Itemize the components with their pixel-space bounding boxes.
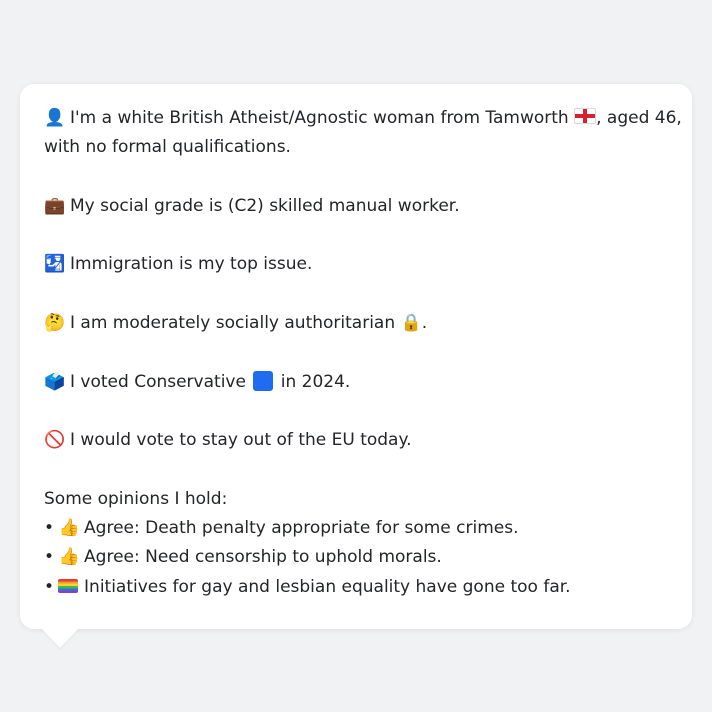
- bubble-tail: [40, 627, 80, 648]
- opinion-text: Initiatives for gay and lesbian equality…: [84, 576, 571, 597]
- identity-age-text: , aged 46,: [596, 108, 682, 128]
- opinions-heading: Some opinions I hold:: [44, 488, 228, 509]
- vote-year-text: in 2024.: [275, 371, 351, 392]
- bullet: •: [44, 576, 55, 597]
- stance-period: .: [421, 313, 428, 334]
- identity-line: 👤 I'm a white British Atheist/Agnostic wo…: [44, 104, 682, 133]
- social-grade-line: 💼 My social grade is (C2) skilled manual …: [44, 192, 668, 221]
- thinking-face-icon: 🤔: [44, 313, 66, 334]
- bullet: •: [44, 518, 55, 539]
- identity-text: I'm a white British Atheist/Agnostic wom…: [70, 108, 575, 128]
- opinion-item: • 👍 Agree: Need censorship to uphold moral…: [44, 543, 668, 572]
- thumbs-up-icon: 👍: [58, 518, 80, 539]
- prohibited-icon: 🚫: [44, 430, 66, 451]
- blue-square-icon: [253, 370, 274, 391]
- qualifications-line: with no formal qualifications.: [44, 137, 291, 158]
- vote-text: I voted Conservative: [70, 371, 252, 392]
- bullet: •: [44, 547, 55, 568]
- briefcase-icon: 💼: [44, 195, 66, 216]
- rainbow-flag-icon: [58, 578, 79, 593]
- social-stance-line: 🤔 I am moderately socially authoritarian …: [44, 309, 668, 338]
- passport-control-icon: 🛂: [44, 254, 66, 275]
- opinion-item: • Initiatives for gay and lesbian equalit…: [44, 573, 668, 602]
- opinion-text: Agree: Death penalty appropriate for som…: [84, 518, 519, 539]
- social-stance-text: I am moderately socially authoritarian: [70, 313, 401, 334]
- persona-message-bubble: 👤 I'm a white British Atheist/Agnostic wo…: [20, 84, 692, 629]
- top-issue-text: Immigration is my top issue.: [70, 254, 313, 275]
- top-issue-line: 🛂 Immigration is my top issue.: [44, 250, 668, 279]
- eu-line: 🚫 I would vote to stay out of the EU toda…: [44, 426, 668, 455]
- eu-text: I would vote to stay out of the EU today…: [70, 430, 412, 451]
- ballot-box-icon: 🗳️: [44, 371, 66, 392]
- opinion-text: Agree: Need censorship to uphold morals.: [84, 547, 442, 568]
- thumbs-up-icon: 👍: [58, 547, 80, 568]
- person-icon: 👤: [44, 108, 66, 128]
- lock-icon: 🔒: [400, 313, 422, 334]
- england-flag-icon: [574, 108, 597, 124]
- vote-line: 🗳️ I voted Conservative in 2024.: [44, 368, 668, 397]
- social-grade-text: My social grade is (C2) skilled manual w…: [70, 195, 460, 216]
- opinion-item: • 👍 Agree: Death penalty appropriate for s…: [44, 514, 668, 543]
